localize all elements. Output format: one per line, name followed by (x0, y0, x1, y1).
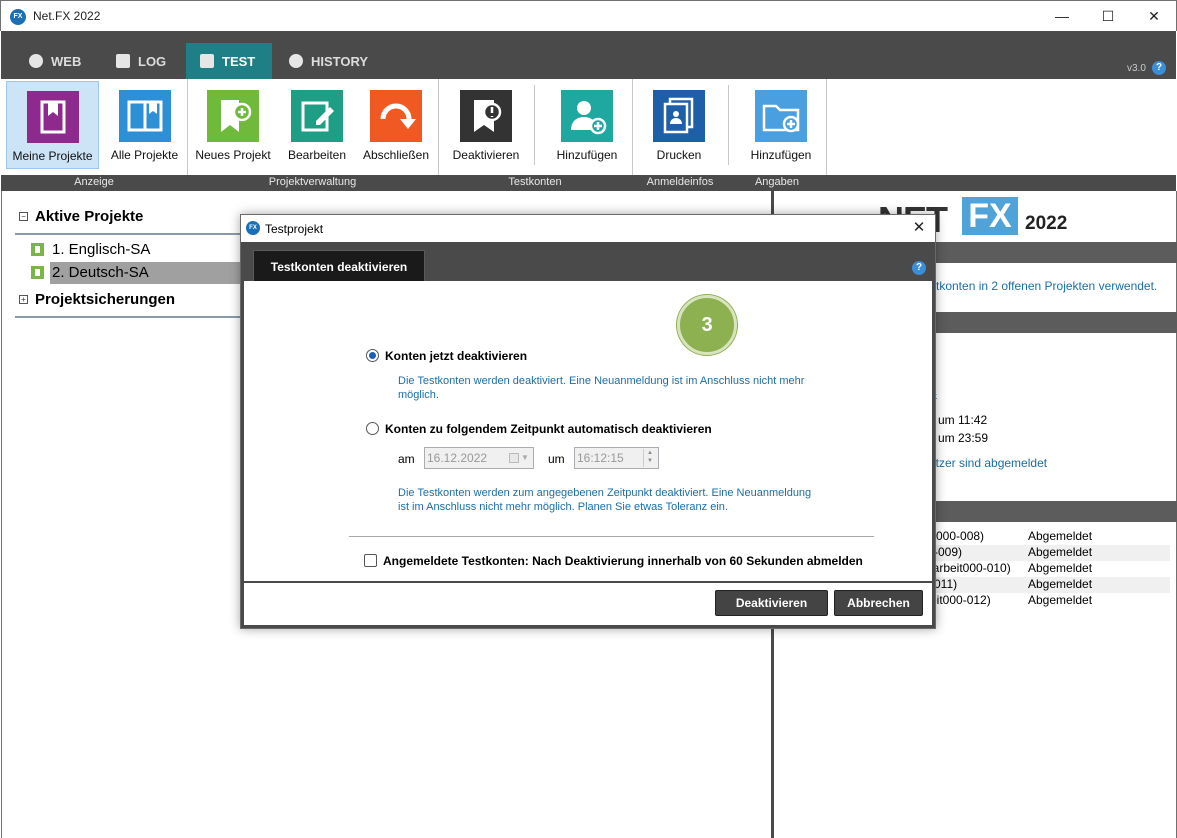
abschliessen-button[interactable]: Abschließen (359, 81, 433, 169)
drucken-button[interactable]: Drucken (647, 81, 711, 169)
tree-item-deutsch-sa[interactable]: 2. Deutsch-SA (52, 264, 149, 281)
list-item: )-009) Abgemeldet (930, 545, 1170, 561)
help-icon[interactable]: ? (1152, 61, 1166, 75)
list-item: it000-008) Abgemeldet (930, 529, 1093, 543)
ribbon-separator (534, 85, 535, 165)
deactivate-dialog: FX Testprojekt ✕ Testkonten deaktivieren… (240, 214, 936, 629)
tab-test[interactable]: TEST (186, 43, 272, 79)
ribbon-separator (187, 79, 188, 190)
add-folder-icon (755, 90, 807, 142)
title-bar: FX Net.FX 2022 — ☐ ✕ (0, 0, 1177, 31)
date-input[interactable]: 16.12.2022 ▼ (424, 447, 534, 469)
logged-out-status: utzer sind abgemeldet (929, 456, 1048, 470)
new-project-icon (207, 90, 259, 142)
logout-checkbox[interactable] (364, 554, 377, 567)
end-time: um 23:59 (938, 431, 989, 445)
maximize-button[interactable]: ☐ (1085, 1, 1131, 32)
print-icon (653, 90, 705, 142)
list-item: larbeit000-010) Abgemeldet (930, 561, 1093, 575)
dialog-title: Testprojekt (265, 222, 324, 236)
group-testkonten: Testkonten (508, 176, 562, 188)
dialog-title-bar: FX Testprojekt ✕ (241, 215, 935, 242)
close-button[interactable]: ✕ (1131, 1, 1177, 32)
deaktivieren-button[interactable]: Deaktivieren (449, 81, 523, 169)
app-icon: FX (246, 221, 260, 235)
group-anmeldeinfos: Anmeldeinfos (646, 176, 714, 188)
dialog-content: 3 Konten jetzt deaktivieren Die Testkont… (244, 281, 932, 581)
project-backups-header[interactable]: Projektsicherungen (35, 291, 175, 308)
angaben-hinzufuegen-button[interactable]: Hinzufügen (745, 81, 817, 169)
separator-line (349, 536, 874, 537)
time-label: um (548, 452, 565, 466)
list-item: eit000-012) Abgemeldet (930, 593, 1093, 607)
radio-deactivate-scheduled[interactable] (366, 422, 379, 435)
logo-year: 2022 (1025, 213, 1068, 234)
tab-history[interactable]: HISTORY (275, 43, 382, 79)
history-icon (289, 54, 303, 68)
edit-icon (291, 90, 343, 142)
dialog-footer: Deaktivieren Abbrechen (244, 583, 932, 625)
collapse-icon[interactable]: − (19, 212, 28, 221)
deaktivieren-confirm-button[interactable]: Deaktivieren (715, 590, 828, 616)
log-icon (116, 54, 130, 68)
neues-projekt-button[interactable]: Neues Projekt (194, 81, 272, 169)
chevron-down-icon[interactable]: ▼ (521, 448, 529, 468)
time-spinner[interactable]: ▲ ▼ (643, 449, 656, 467)
bearbeiten-button[interactable]: Bearbeiten (282, 81, 352, 169)
add-user-icon (561, 90, 613, 142)
time-input[interactable]: 16:12:15 ▲ ▼ (574, 447, 659, 469)
test-icon (200, 54, 214, 68)
complete-icon (370, 90, 422, 142)
globe-icon (29, 54, 43, 68)
list-item: -011) Abgemeldet (930, 577, 1170, 593)
tab-testkonten-deaktivieren[interactable]: Testkonten deaktivieren (253, 250, 425, 282)
bookmark-icon (31, 266, 44, 279)
ribbon-separator (438, 79, 439, 190)
dialog-close-button[interactable]: ✕ (907, 218, 931, 238)
group-projektverwaltung: Projektverwaltung (268, 176, 357, 188)
ribbon: Meine Projekte Alle Projekte Neues Proje… (1, 79, 1176, 190)
option-deactivate-now-description: Die Testkonten werden deaktiviert. Eine … (398, 375, 805, 401)
meine-projekte-button[interactable]: Meine Projekte (6, 81, 99, 169)
app-icon: FX (10, 9, 26, 25)
tree-item-englisch-sa[interactable]: 1. Englisch-SA (52, 241, 150, 258)
ribbon-separator (728, 85, 729, 165)
bookmark-icon (31, 243, 44, 256)
group-angaben: Angaben (754, 176, 800, 188)
option-deactivate-scheduled-label[interactable]: Konten zu folgendem Zeitpunkt automatisc… (385, 422, 712, 436)
logout-checkbox-label[interactable]: Angemeldete Testkonten: Nach Deaktivieru… (383, 554, 863, 568)
ribbon-separator (826, 79, 827, 190)
logo-fx: FX (962, 197, 1018, 235)
option-deactivate-now-label[interactable]: Konten jetzt deaktivieren (385, 349, 527, 363)
info-text: stkonten in 2 offenen Projekten verwende… (930, 279, 1158, 293)
deactivate-icon (460, 90, 512, 142)
start-time: um 11:42 (938, 413, 988, 427)
tab-log[interactable]: LOG (102, 43, 180, 79)
account-list: it000-008) Abgemeldet )-009) Abgemeldet la… (930, 529, 1170, 609)
ribbon-separator (632, 79, 633, 190)
testkonto-hinzufuegen-button[interactable]: Hinzufügen (551, 81, 623, 169)
window-title: Net.FX 2022 (33, 9, 101, 23)
all-projects-icon (118, 90, 171, 142)
step-badge: 3 (677, 295, 737, 355)
alle-projekte-button[interactable]: Alle Projekte (102, 81, 187, 169)
date-label: am (398, 452, 415, 466)
calendar-icon[interactable] (509, 453, 519, 463)
main-tab-bar: WEB LOG TEST HISTORY (1, 31, 1176, 79)
version-label: v3.0 (1127, 63, 1146, 74)
help-icon[interactable]: ? (912, 261, 926, 275)
active-projects-header[interactable]: Aktive Projekte (35, 208, 143, 225)
abbrechen-button[interactable]: Abbrechen (834, 590, 923, 616)
tab-web[interactable]: WEB (15, 43, 95, 79)
expand-icon[interactable]: + (19, 295, 28, 304)
my-projects-icon (26, 91, 79, 143)
header-underline (15, 316, 255, 318)
minimize-button[interactable]: — (1039, 1, 1085, 32)
header-underline (15, 233, 255, 235)
option-deactivate-scheduled-description: Die Testkonten werden zum angegebenen Ze… (398, 487, 812, 513)
radio-deactivate-now[interactable] (366, 349, 379, 362)
group-anzeige: Anzeige (74, 176, 114, 188)
ribbon-group-bar: Anzeige Projektverwaltung Testkonten Anm… (1, 175, 1176, 191)
